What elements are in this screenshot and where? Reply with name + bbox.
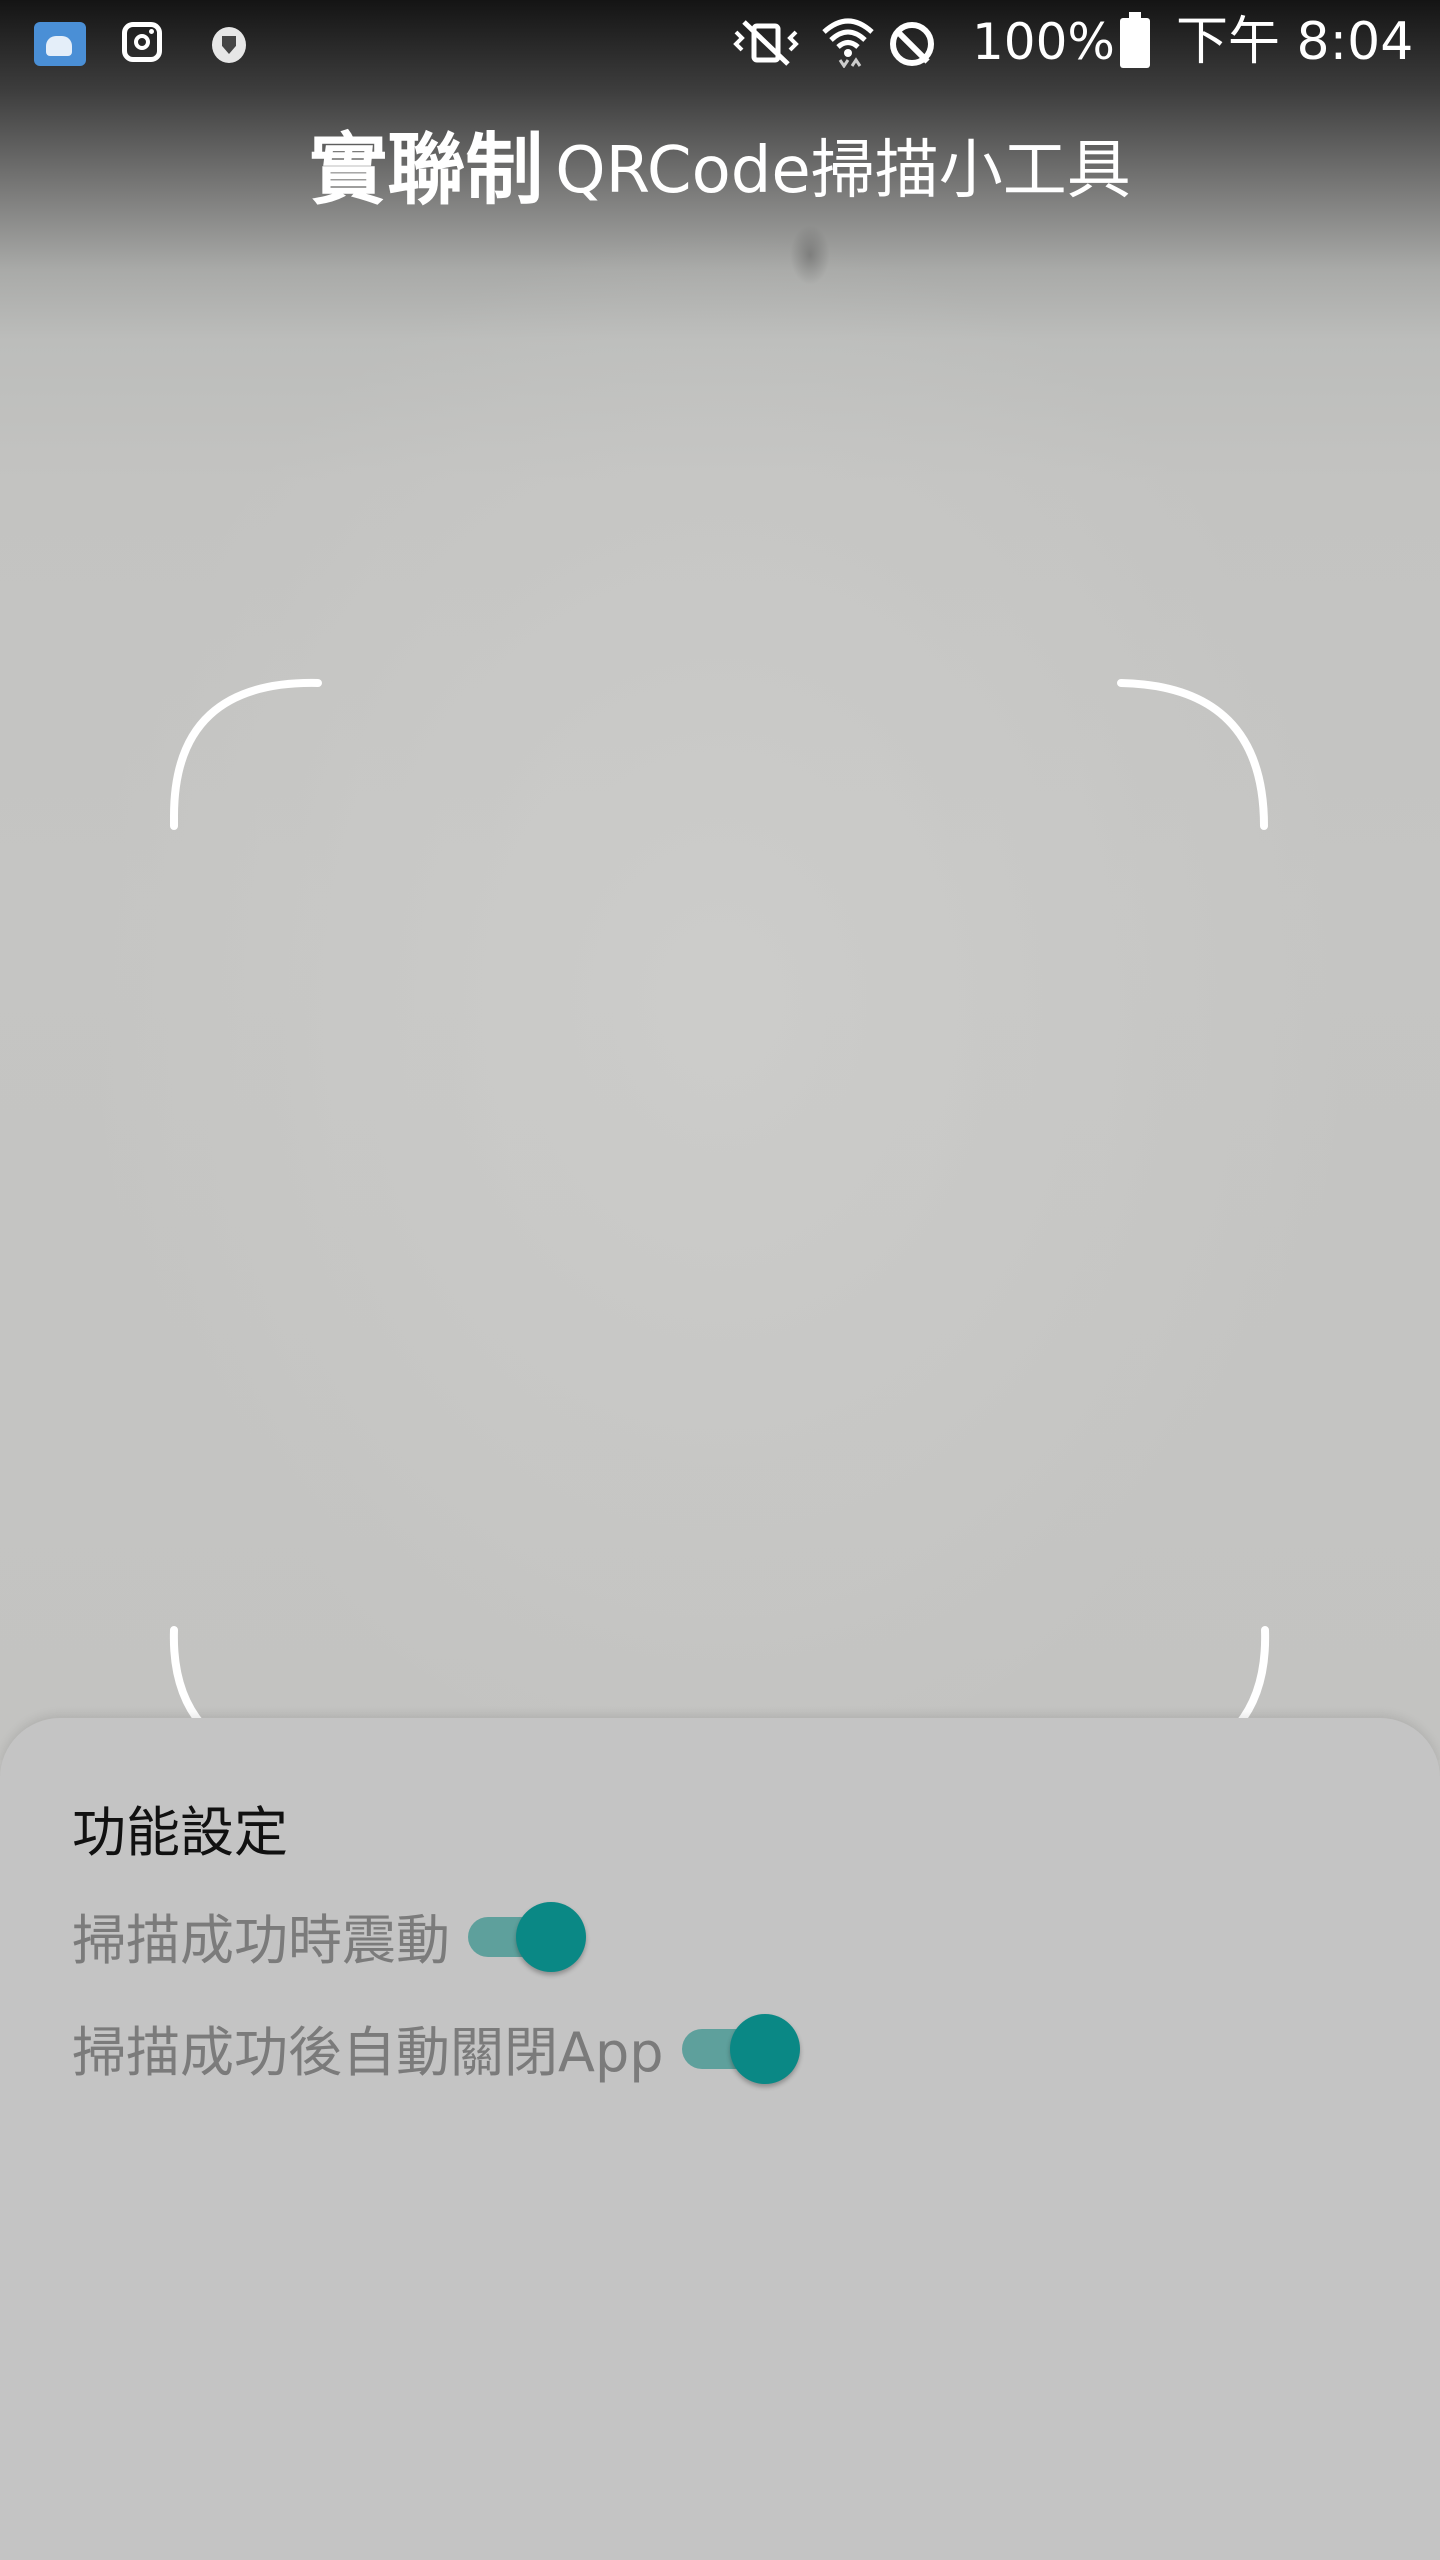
screen: 100% 下午 8:04 實聯制 QRCode掃描小工具 功能設定 掃描成功時震動… (0, 0, 1440, 2560)
scan-corner-top-right (1117, 679, 1268, 830)
scan-corner-top-left (170, 678, 322, 830)
setting-autoclose-label: 掃描成功後自動關閉App (72, 2020, 664, 2084)
autoclose-toggle[interactable] (678, 2007, 800, 2087)
scan-frame (169, 678, 1270, 1729)
setting-vibrate-row: 掃描成功時震動 (72, 1890, 586, 1980)
scan-corner-bottom-right (1234, 1626, 1270, 1729)
settings-sheet: 功能設定 掃描成功時震動 掃描成功後自動關閉App (0, 1718, 1440, 2560)
vibrate-toggle[interactable] (464, 1895, 586, 1975)
autoclose-toggle-thumb (729, 2014, 800, 2084)
settings-title: 功能設定 (72, 1801, 288, 1864)
setting-vibrate-label: 掃描成功時震動 (72, 1908, 450, 1972)
vibrate-toggle-thumb (516, 1902, 586, 1972)
scan-corner-bottom-left (169, 1626, 206, 1729)
setting-autoclose-row: 掃描成功後自動關閉App (72, 2002, 800, 2092)
